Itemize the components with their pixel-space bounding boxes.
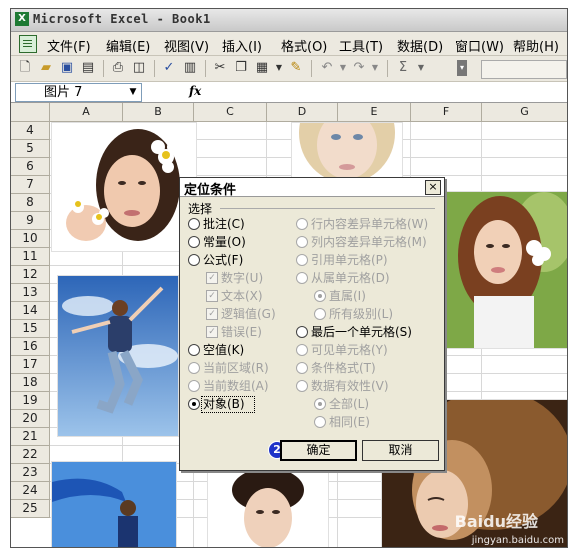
row-header[interactable]: 25 [11, 500, 50, 518]
excel-window: X Microsoft Excel - Book1 文件(F) 编辑(E) 视图… [10, 8, 568, 548]
title-bar: X Microsoft Excel - Book1 [11, 9, 567, 32]
menu-insert[interactable]: 插入(I) [222, 36, 262, 55]
go-to-special-dialog: 定位条件 × 选择 批注(C) 常量(O) 公式(F) ✓ 数字(U) ✓ 文本(X… [179, 177, 445, 471]
research-icon[interactable]: ▥ [182, 60, 198, 76]
menu-view[interactable]: 视图(V) [164, 36, 209, 55]
menu-format[interactable]: 格式(O) [281, 36, 327, 55]
save-icon[interactable]: ▣ [59, 60, 75, 76]
close-icon[interactable]: × [425, 180, 441, 195]
row-header[interactable]: 14 [11, 302, 50, 320]
menu-tools[interactable]: 工具(T) [339, 36, 383, 55]
menu-file[interactable]: 文件(F) [47, 36, 91, 55]
row-header[interactable]: 12 [11, 266, 50, 284]
undo-dropdown-icon[interactable]: ▼ [335, 60, 351, 76]
picture-woman-daisies[interactable] [51, 122, 197, 252]
picture-woman-updo[interactable] [207, 465, 329, 547]
redo-icon[interactable]: ↷ [351, 60, 367, 76]
toolbar-options-icon[interactable]: ▾ [457, 60, 467, 76]
open-icon[interactable]: ▰ [38, 60, 54, 76]
column-header-e[interactable]: E [338, 103, 411, 122]
cancel-button[interactable]: 取消 [362, 440, 439, 461]
column-header-d[interactable]: D [267, 103, 338, 122]
formula-bar: 图片 7 ▼ fx [11, 82, 567, 103]
row-header[interactable]: 22 [11, 446, 50, 464]
picture-woman-flower[interactable] [433, 191, 567, 349]
row-header[interactable]: 6 [11, 158, 50, 176]
row-header[interactable]: 23 [11, 464, 50, 482]
spelling-icon[interactable]: ✓ [161, 60, 177, 76]
standard-toolbar: 🗋 ▰ ▣ ▤ ⎙ ◫ ✓ ▥ ✂ ❐ ▦ ▼ ✎ ↶ ▼ ↷ ▼ Σ ▼ ▾ [11, 56, 567, 82]
row-header[interactable]: 13 [11, 284, 50, 302]
row-header[interactable]: 7 [11, 176, 50, 194]
name-box-value: 图片 7 [44, 85, 83, 100]
question-box[interactable] [481, 60, 567, 79]
row-header[interactable]: 19 [11, 392, 50, 410]
redo-dropdown-icon[interactable]: ▼ [367, 60, 383, 76]
print-preview-icon[interactable]: ◫ [131, 60, 147, 76]
new-icon[interactable]: 🗋 [17, 60, 33, 76]
column-header-g[interactable]: G [482, 103, 567, 122]
chevron-down-icon[interactable]: ▼ [125, 84, 141, 101]
ok-button[interactable]: 确定 [280, 440, 357, 461]
row-header[interactable]: 21 [11, 428, 50, 446]
row-header[interactable]: 18 [11, 374, 50, 392]
row-header[interactable]: 24 [11, 482, 50, 500]
paste-dropdown-icon[interactable]: ▼ [271, 60, 287, 76]
cut-icon[interactable]: ✂ [212, 60, 228, 76]
row-header[interactable]: 11 [11, 248, 50, 266]
autosum-icon[interactable]: Σ [395, 60, 411, 76]
name-box[interactable]: 图片 7 ▼ [15, 83, 142, 102]
menu-data[interactable]: 数据(D) [397, 36, 443, 55]
row-header[interactable]: 15 [11, 320, 50, 338]
column-header-f[interactable]: F [411, 103, 482, 122]
row-header[interactable]: 8 [11, 194, 50, 212]
copy-icon[interactable]: ❐ [233, 60, 249, 76]
column-header-b[interactable]: B [123, 103, 194, 122]
dialog-title-bar: 定位条件 × [180, 178, 444, 198]
paste-icon[interactable]: ▦ [254, 60, 270, 76]
picture-woman-scarf[interactable] [51, 461, 177, 547]
menu-help[interactable]: 帮助(H) [513, 36, 559, 55]
undo-icon[interactable]: ↶ [319, 60, 335, 76]
excel-icon: X [15, 12, 29, 26]
window-title: Microsoft Excel - Book1 [33, 12, 211, 26]
row-header[interactable]: 20 [11, 410, 50, 428]
row-header[interactable]: 9 [11, 212, 50, 230]
row-header[interactable]: 17 [11, 356, 50, 374]
menu-window[interactable]: 窗口(W) [455, 36, 504, 55]
row-header[interactable]: 4 [11, 122, 50, 140]
watermark-url: jingyan.baidu.com [471, 535, 564, 546]
format-painter-icon[interactable]: ✎ [288, 60, 304, 76]
select-all-corner[interactable] [11, 103, 50, 122]
selection-group-label: 选择 [188, 202, 213, 216]
autosum-dropdown-icon[interactable]: ▼ [413, 60, 429, 76]
menu-edit[interactable]: 编辑(E) [106, 36, 150, 55]
picture-woman-jumping[interactable] [57, 275, 179, 437]
dialog-title: 定位条件 [184, 183, 237, 198]
column-header-c[interactable]: C [194, 103, 267, 122]
row-header[interactable]: 10 [11, 230, 50, 248]
row-header[interactable]: 5 [11, 140, 50, 158]
column-header-a[interactable]: A [50, 103, 123, 122]
insert-function-icon[interactable]: fx [189, 84, 201, 98]
workbook-icon[interactable] [19, 35, 37, 53]
picture-blonde-woman[interactable] [291, 122, 403, 184]
print-icon[interactable]: ⎙ [110, 60, 126, 76]
menu-bar: 文件(F) 编辑(E) 视图(V) 插入(I) 格式(O) 工具(T) 数据(D… [11, 32, 567, 56]
permission-icon[interactable]: ▤ [80, 60, 96, 76]
watermark-logo: Baidu经验 [454, 512, 538, 531]
row-header[interactable]: 16 [11, 338, 50, 356]
